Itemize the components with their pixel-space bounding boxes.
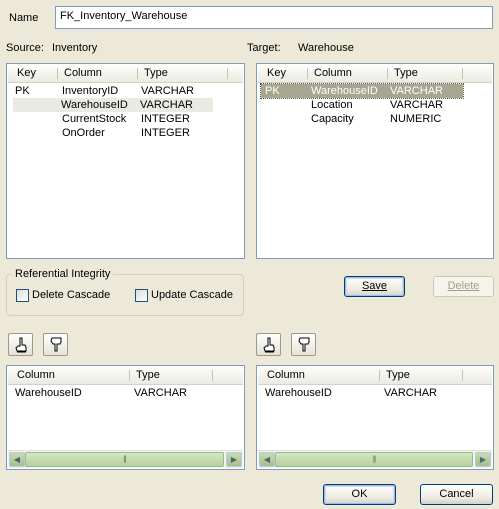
source-row[interactable]: PK InventoryID VARCHAR (8, 84, 243, 98)
row-type: VARCHAR (140, 99, 193, 111)
target-row[interactable]: Location VARCHAR (258, 98, 492, 112)
header-column[interactable]: Column (11, 367, 129, 384)
source-fk-header: Column Type (8, 367, 243, 385)
row-type: VARCHAR (134, 387, 187, 399)
name-input[interactable]: FK_Inventory_Warehouse (55, 6, 493, 29)
row-column: Location (311, 99, 353, 111)
row-column: CurrentStock (62, 113, 127, 125)
header-type[interactable]: Type (130, 367, 230, 384)
row-type: NUMERIC (390, 113, 442, 125)
source-table-name: Inventory (52, 42, 98, 54)
scroll-thumb[interactable]: ||| (275, 452, 473, 467)
header-key[interactable]: Key (11, 65, 57, 82)
source-move-down-button[interactable] (43, 333, 68, 356)
header-key[interactable]: Key (261, 65, 307, 82)
delete-button-label: Delete (447, 280, 480, 292)
update-cascade-checkbox[interactable] (135, 289, 148, 302)
target-columns-header: Key Column Type (258, 65, 492, 83)
row-column: WarehouseID (311, 85, 378, 97)
row-type: INTEGER (141, 113, 190, 125)
source-row[interactable]: OnOrder INTEGER (8, 126, 243, 140)
name-label: Name (9, 12, 39, 24)
row-column: WarehouseID (15, 387, 82, 399)
target-fk-columns-list[interactable]: Column Type WarehouseID VARCHAR ◀ ||| ▶ (256, 365, 494, 470)
source-fk-row[interactable]: WarehouseID VARCHAR (8, 386, 243, 400)
row-column: OnOrder (62, 127, 105, 139)
row-column: WarehouseID (265, 387, 332, 399)
cancel-button-label: Cancel (439, 488, 474, 500)
source-move-up-button[interactable] (8, 333, 33, 356)
hand-down-icon (297, 337, 309, 351)
target-fk-hscrollbar[interactable]: ◀ ||| ▶ (258, 450, 492, 468)
row-key: PK (15, 85, 30, 97)
row-type: INTEGER (141, 127, 190, 139)
row-type: VARCHAR (390, 85, 443, 97)
source-fk-hscrollbar[interactable]: ◀ ||| ▶ (8, 450, 243, 468)
source-row-highlighted[interactable]: WarehouseID VARCHAR (13, 98, 213, 112)
ok-button[interactable]: OK (323, 484, 396, 505)
delete-cascade-checkbox[interactable] (16, 289, 29, 302)
hand-up-icon (262, 337, 274, 352)
update-cascade-label[interactable]: Update Cascade (151, 289, 233, 301)
header-column[interactable]: Column (261, 367, 379, 384)
row-column: WarehouseID (61, 99, 128, 111)
row-column: Capacity (311, 113, 354, 125)
source-label: Source: (6, 42, 44, 54)
source-columns-list[interactable]: Key Column Type PK InventoryID VARCHAR W… (6, 63, 245, 259)
target-move-down-button[interactable] (291, 333, 316, 356)
row-type: VARCHAR (141, 85, 194, 97)
target-row-selected[interactable]: PK WarehouseID VARCHAR (260, 83, 464, 99)
scroll-right-arrow[interactable]: ▶ (226, 452, 242, 467)
target-move-up-button[interactable] (256, 333, 281, 356)
target-row[interactable]: Capacity NUMERIC (258, 112, 492, 126)
scroll-left-arrow[interactable]: ◀ (9, 452, 25, 467)
save-button[interactable]: Save (344, 276, 405, 297)
target-columns-list[interactable]: Key Column Type PK WarehouseID VARCHAR L… (256, 63, 494, 259)
row-column: InventoryID (62, 85, 119, 97)
target-fk-row[interactable]: WarehouseID VARCHAR (258, 386, 492, 400)
source-columns-header: Key Column Type (8, 65, 243, 83)
header-column[interactable]: Column (308, 65, 388, 82)
source-row[interactable]: CurrentStock INTEGER (8, 112, 243, 126)
row-key: PK (265, 85, 280, 97)
row-type: VARCHAR (390, 99, 443, 111)
save-button-label: Save (361, 280, 388, 292)
source-fk-columns-list[interactable]: Column Type WarehouseID VARCHAR ◀ ||| ▶ (6, 365, 245, 470)
cancel-button[interactable]: Cancel (420, 484, 493, 505)
row-type: VARCHAR (384, 387, 437, 399)
scroll-thumb[interactable]: ||| (25, 452, 224, 467)
delete-cascade-label[interactable]: Delete Cascade (32, 289, 110, 301)
target-table-name: Warehouse (298, 42, 354, 54)
ok-button-label: OK (351, 488, 368, 500)
header-column[interactable]: Column (58, 65, 138, 82)
delete-button[interactable]: Delete (433, 276, 494, 297)
target-label: Target: (247, 42, 281, 54)
referential-integrity-title: Referential Integrity (12, 268, 114, 280)
target-fk-header: Column Type (258, 367, 492, 385)
header-type[interactable]: Type (388, 65, 488, 82)
hand-down-icon (49, 337, 61, 351)
hand-up-icon (14, 337, 26, 352)
scroll-left-arrow[interactable]: ◀ (259, 452, 275, 467)
header-type[interactable]: Type (380, 367, 480, 384)
scroll-right-arrow[interactable]: ▶ (475, 452, 491, 467)
header-type[interactable]: Type (138, 65, 238, 82)
